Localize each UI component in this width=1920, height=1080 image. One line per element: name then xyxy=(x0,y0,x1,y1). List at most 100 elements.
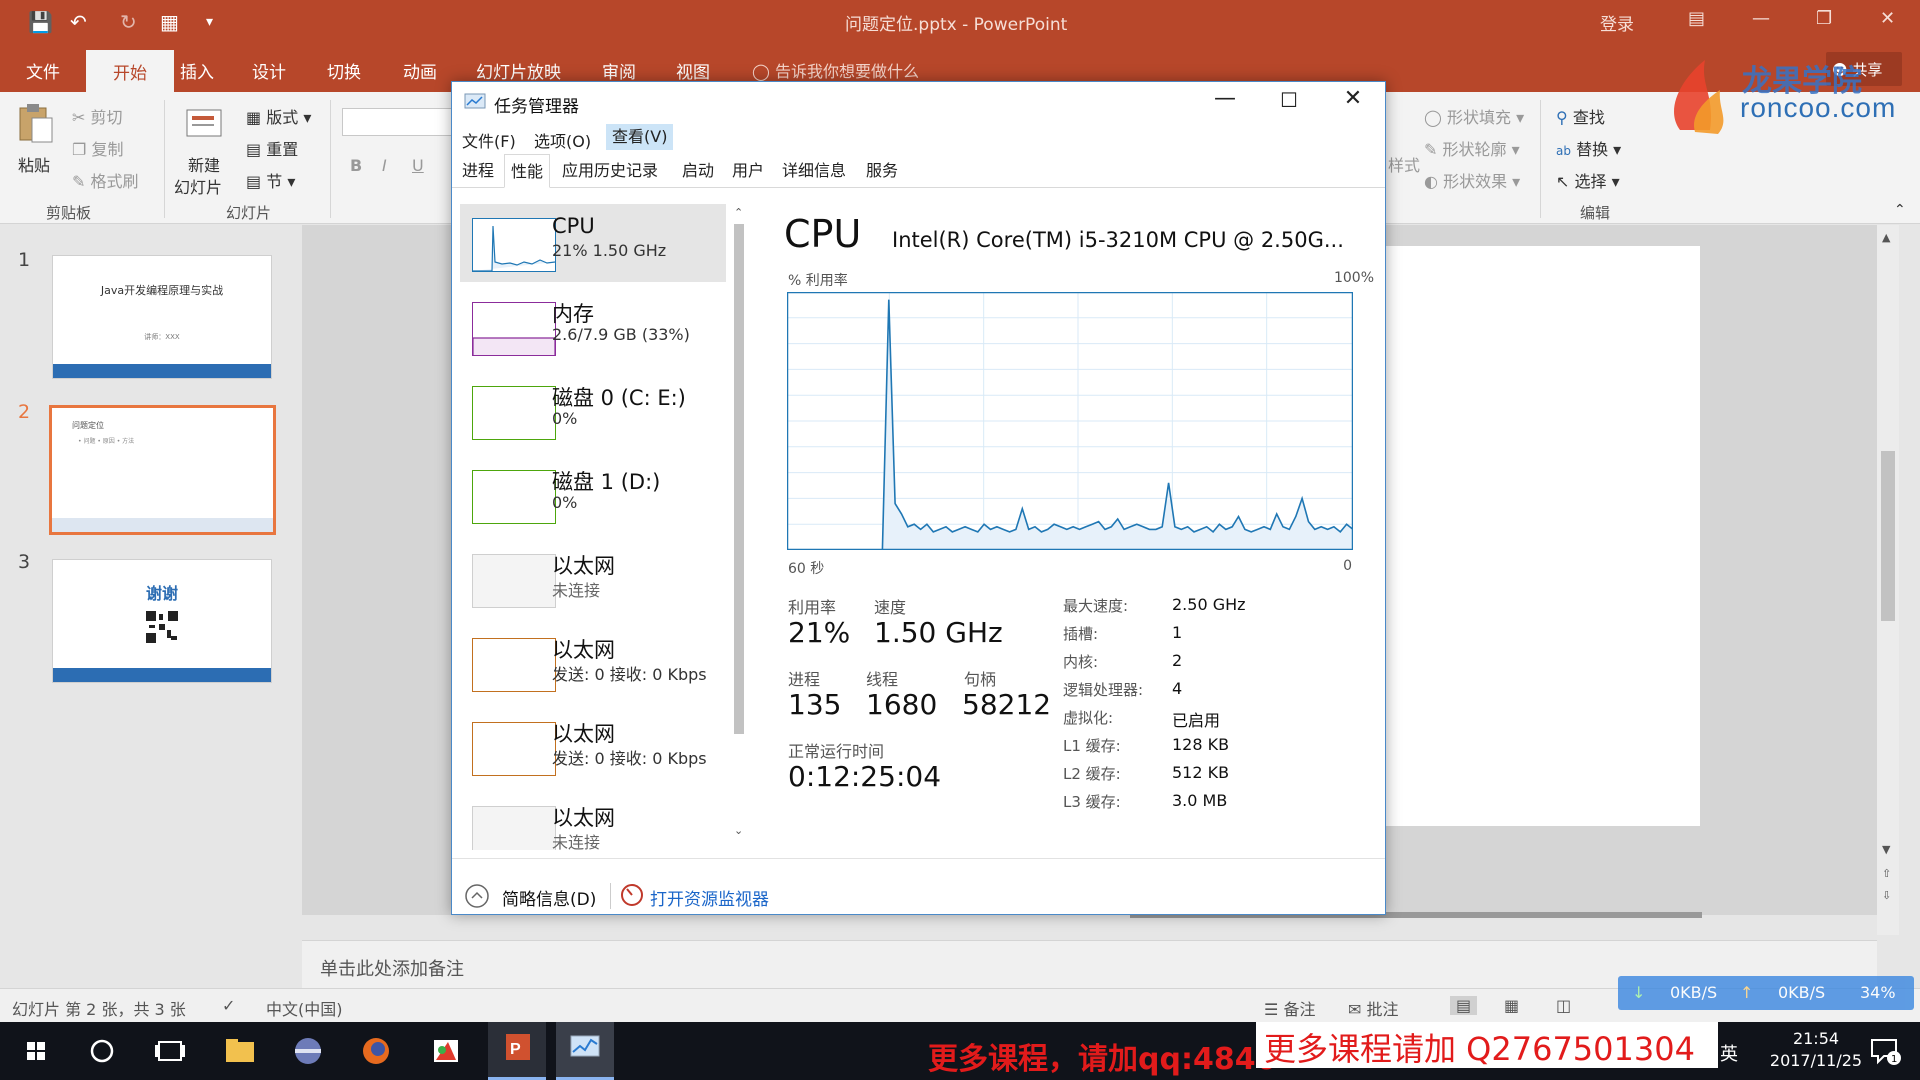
paste-icon[interactable] xyxy=(16,102,56,146)
vertical-scrollbar[interactable]: ▲ ▼ ⇧ ⇩ xyxy=(1877,225,1899,935)
slide-thumbnail-1[interactable]: Java开发编程原理与实战 讲师：XXX xyxy=(52,255,272,379)
shape-effects-button[interactable]: ◐ 形状效果 ▾ xyxy=(1424,168,1520,192)
customize-qat-icon[interactable]: ▾ xyxy=(206,14,213,30)
collapse-circle-icon[interactable] xyxy=(464,883,490,909)
reading-view-icon[interactable]: ◫ xyxy=(1556,996,1571,1015)
maximize-icon[interactable]: ☐ xyxy=(1264,88,1314,118)
tab-view[interactable]: 视图 xyxy=(676,58,710,83)
tab-performance[interactable]: 性能 xyxy=(504,154,551,188)
resource-disk-0[interactable]: 磁盘 0 (C: E:) 0% xyxy=(460,372,726,450)
scroll-thumb[interactable] xyxy=(734,224,744,734)
tell-me-box[interactable]: ◯ 告诉我你想要做什么 xyxy=(752,58,919,82)
normal-view-icon[interactable]: ▤ xyxy=(1450,996,1478,1015)
resource-ethernet-2[interactable]: 以太网 发送: 0 接收: 0 Kbps xyxy=(460,624,726,702)
slide-thumbnail-3[interactable]: 谢谢 xyxy=(52,559,272,683)
tab-insert[interactable]: 插入 xyxy=(180,58,214,83)
powerpoint-taskbar-button[interactable]: P xyxy=(488,1022,546,1080)
minimize-icon[interactable]: — xyxy=(1200,86,1250,116)
cortana-search-icon[interactable] xyxy=(74,1028,130,1074)
notes-toggle[interactable]: ☰ 备注 xyxy=(1264,996,1315,1020)
tab-animations[interactable]: 动画 xyxy=(403,58,437,83)
tab-processes[interactable]: 进程 xyxy=(456,154,500,188)
task-view-icon[interactable] xyxy=(142,1028,198,1074)
save-icon[interactable]: 💾 xyxy=(28,10,53,34)
file-explorer-icon[interactable] xyxy=(212,1028,268,1074)
slide-sorter-icon[interactable]: ▦ xyxy=(1504,996,1519,1015)
resource-memory[interactable]: 内存 2.6/7.9 GB (33%) xyxy=(460,288,726,366)
find-button[interactable]: ⚲ 查找 xyxy=(1556,104,1605,128)
bold-button[interactable]: B xyxy=(350,156,362,175)
tab-users[interactable]: 用户 xyxy=(726,154,770,188)
scroll-thumb[interactable] xyxy=(1881,451,1895,621)
quick-styles-label[interactable]: 样式 xyxy=(1388,152,1420,176)
resource-cpu[interactable]: CPU 21% 1.50 GHz xyxy=(460,204,726,282)
start-from-beginning-icon[interactable]: ▦ xyxy=(160,10,179,34)
collapse-ribbon-icon[interactable]: ⌃ xyxy=(1894,202,1906,218)
redo-icon[interactable]: ↻ xyxy=(120,10,137,34)
slide-thumbnail-2[interactable]: 问题定位 • 问题 • 原因 • 方法 xyxy=(49,405,276,535)
undo-icon[interactable]: ↶ xyxy=(70,10,87,34)
tab-services[interactable]: 服务 xyxy=(860,154,904,188)
tab-startup[interactable]: 启动 xyxy=(676,154,720,188)
login-link[interactable]: 登录 xyxy=(1600,10,1634,35)
ribbon-display-options-icon[interactable]: ▤ xyxy=(1688,8,1705,29)
action-center-icon[interactable]: 1 xyxy=(1864,1036,1904,1066)
previous-slide-icon[interactable]: ⇧ xyxy=(1882,867,1891,880)
close-icon[interactable]: ✕ xyxy=(1880,8,1895,29)
resource-ethernet-4[interactable]: 以太网 未连接 xyxy=(460,792,726,850)
menu-options[interactable]: 选项(O) xyxy=(534,128,591,152)
input-method-indicator[interactable]: 英 xyxy=(1720,1040,1738,1066)
tab-home[interactable]: 开始 xyxy=(86,50,174,92)
italic-button[interactable]: I xyxy=(382,156,387,175)
format-painter-button[interactable]: ✎ 格式刷 xyxy=(72,168,139,192)
tab-slideshow[interactable]: 幻灯片放映 xyxy=(476,58,561,83)
task-manager-titlebar[interactable]: 任务管理器 — ☐ ✕ xyxy=(452,82,1385,122)
close-icon[interactable]: ✕ xyxy=(1328,86,1378,116)
system-clock[interactable]: 21:54 2017/11/25 xyxy=(1768,1028,1864,1072)
spellcheck-icon[interactable]: ✓ xyxy=(222,996,235,1015)
scroll-up-icon[interactable]: ▲ xyxy=(1882,231,1890,244)
resource-list-scrollbar[interactable]: ⌃ ⌄ xyxy=(730,204,748,844)
restore-icon[interactable]: ❐ xyxy=(1816,8,1832,29)
paste-button[interactable]: 粘贴 xyxy=(18,152,50,176)
shape-outline-button[interactable]: ✎ 形状轮廓 ▾ xyxy=(1424,136,1520,160)
resource-ethernet-3[interactable]: 以太网 发送: 0 接收: 0 Kbps xyxy=(460,708,726,786)
snagit-icon[interactable] xyxy=(418,1028,474,1074)
language-indicator[interactable]: 中文(中国) xyxy=(266,996,343,1020)
shape-fill-button[interactable]: ◯ 形状填充 ▾ xyxy=(1424,104,1524,128)
new-slide-icon[interactable] xyxy=(184,102,224,146)
task-manager-taskbar-button[interactable] xyxy=(556,1022,614,1080)
scroll-up-icon[interactable]: ⌃ xyxy=(734,206,743,219)
tab-design[interactable]: 设计 xyxy=(252,58,286,83)
minimize-icon[interactable]: — xyxy=(1752,8,1770,29)
cut-button[interactable]: ✂ 剪切 xyxy=(72,104,123,128)
layout-button[interactable]: ▦ 版式 ▾ xyxy=(246,104,311,128)
new-slide-label-1[interactable]: 新建 xyxy=(188,152,220,176)
tab-details[interactable]: 详细信息 xyxy=(776,154,852,188)
tab-transitions[interactable]: 切换 xyxy=(327,58,361,83)
resource-disk-1[interactable]: 磁盘 1 (D:) 0% xyxy=(460,456,726,534)
tab-review[interactable]: 审阅 xyxy=(602,58,636,83)
new-slide-label-2[interactable]: 幻灯片 xyxy=(174,174,222,198)
menu-file[interactable]: 文件(F) xyxy=(462,128,516,152)
font-name-box[interactable] xyxy=(342,108,452,136)
resource-ethernet-1[interactable]: 以太网 未连接 xyxy=(460,540,726,618)
tab-app-history[interactable]: 应用历史记录 xyxy=(556,154,664,188)
tab-file[interactable]: 文件 xyxy=(26,58,60,83)
open-resource-monitor-link[interactable]: 打开资源监视器 xyxy=(650,885,769,910)
menu-view[interactable]: 查看(V) xyxy=(606,124,674,150)
underline-button[interactable]: U xyxy=(412,156,424,175)
section-button[interactable]: ▤ 节 ▾ xyxy=(246,168,295,192)
copy-button[interactable]: ❐ 复制 xyxy=(72,136,123,160)
replace-button[interactable]: ab 替换 ▾ xyxy=(1556,136,1621,160)
fewer-details-button[interactable]: 简略信息(D) xyxy=(502,885,596,910)
reset-button[interactable]: ▤ 重置 xyxy=(246,136,298,160)
scroll-down-icon[interactable]: ▼ xyxy=(1882,843,1890,856)
windows-start-icon[interactable] xyxy=(8,1028,64,1074)
app-disc-icon[interactable] xyxy=(280,1028,336,1074)
scroll-down-icon[interactable]: ⌄ xyxy=(734,824,743,837)
select-button[interactable]: ↖ 选择 ▾ xyxy=(1556,168,1620,192)
firefox-icon[interactable] xyxy=(348,1028,404,1074)
next-slide-icon[interactable]: ⇩ xyxy=(1882,889,1891,902)
comments-toggle[interactable]: ✉ 批注 xyxy=(1348,996,1399,1020)
